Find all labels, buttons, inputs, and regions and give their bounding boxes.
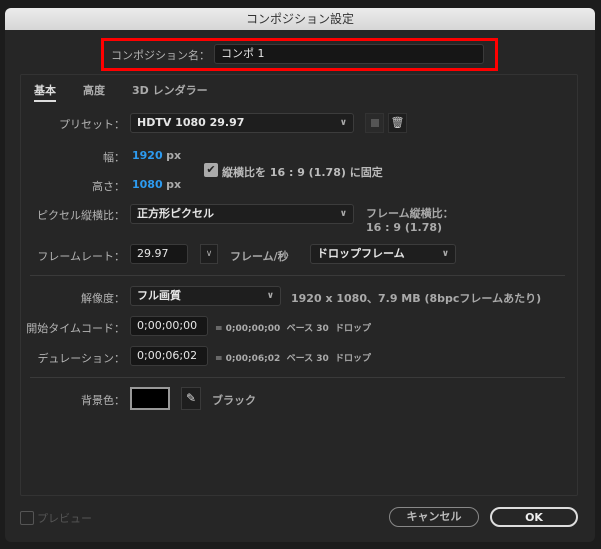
- resolution-value: フル画質: [137, 289, 181, 302]
- ok-button[interactable]: OK: [490, 507, 578, 527]
- frame-aspect-label: フレーム縦横比：: [366, 207, 454, 220]
- comp-name-label: コンポジション名：: [111, 49, 210, 62]
- height-label: 高さ：: [92, 180, 125, 193]
- pixel-aspect-select[interactable]: 正方形ピクセル ∨: [130, 204, 354, 224]
- frame-rate-label: フレームレート：: [37, 250, 125, 263]
- preview-label: プレビュー: [37, 512, 92, 525]
- background-color-swatch[interactable]: [130, 387, 170, 410]
- width-value[interactable]: 1920: [132, 149, 163, 162]
- lock-aspect-label: 縦横比を 16 : 9 (1.78) に固定: [222, 166, 383, 179]
- cancel-button[interactable]: キャンセル: [389, 507, 479, 527]
- tab-basic[interactable]: 基本: [34, 82, 56, 102]
- height-unit: px: [166, 178, 182, 191]
- divider: [30, 275, 565, 276]
- height-value[interactable]: 1080: [132, 178, 163, 191]
- eyedropper-icon[interactable]: ✎: [181, 387, 201, 410]
- chevron-down-icon: ∨: [339, 209, 347, 219]
- duration-input[interactable]: 0;00;06;02: [130, 346, 208, 366]
- resolution-info: 1920 x 1080、7.9 MB (8bpcフレームあたり): [291, 292, 542, 305]
- width-label: 幅：: [103, 151, 125, 164]
- width-unit: px: [166, 149, 182, 162]
- start-timecode-label: 開始タイムコード：: [26, 322, 125, 335]
- preview-checkbox[interactable]: [20, 511, 34, 525]
- background-color-label: 背景色：: [81, 394, 125, 407]
- resolution-select[interactable]: フル画質 ∨: [130, 286, 281, 306]
- comp-name-input[interactable]: コンポ 1: [214, 44, 484, 64]
- chevron-down-icon: ∨: [266, 291, 274, 301]
- title-bar[interactable]: コンポジション設定: [5, 8, 595, 30]
- tab-3d-renderer[interactable]: 3D レンダラー: [132, 82, 208, 98]
- drop-frame-select[interactable]: ドロップフレーム ∨: [310, 244, 456, 264]
- settings-panel: [20, 74, 578, 496]
- pixel-aspect-value: 正方形ピクセル: [137, 207, 214, 220]
- composition-settings-dialog: コンポジション設定 コンポジション名： コンポ 1 基本 高度 3D レンダラー…: [5, 8, 595, 542]
- start-timecode-info: = 0;00;00;00 ベース 30 ドロップ: [215, 324, 372, 334]
- preset-value: HDTV 1080 29.97: [137, 116, 245, 129]
- duration-label: デュレーション：: [37, 352, 125, 365]
- height-value-row: 1080 px: [132, 178, 181, 191]
- save-preset-icon[interactable]: [365, 113, 384, 133]
- resolution-label: 解像度：: [81, 292, 125, 305]
- divider: [30, 377, 565, 378]
- trash-icon[interactable]: 🗑: [388, 113, 407, 133]
- tab-advanced[interactable]: 高度: [83, 82, 105, 98]
- preset-label: プリセット：: [59, 118, 125, 131]
- chevron-down-icon: ∨: [339, 118, 347, 128]
- preset-select[interactable]: HDTV 1080 29.97 ∨: [130, 113, 354, 133]
- frame-aspect-value: 16 : 9 (1.78): [366, 221, 443, 234]
- frame-rate-input[interactable]: 29.97: [130, 244, 188, 264]
- start-timecode-input[interactable]: 0;00;00;00: [130, 316, 208, 336]
- pixel-aspect-label: ピクセル縦横比：: [37, 209, 125, 222]
- duration-info: = 0;00;06;02 ベース 30 ドロップ: [215, 354, 372, 364]
- drop-frame-value: ドロップフレーム: [317, 247, 405, 260]
- lock-aspect-checkbox[interactable]: ✔: [204, 163, 218, 177]
- frame-rate-dropdown-button[interactable]: ∨: [200, 244, 218, 264]
- chevron-down-icon: ∨: [441, 249, 449, 259]
- width-value-row: 1920 px: [132, 149, 181, 162]
- background-color-name: ブラック: [212, 394, 256, 407]
- frame-rate-unit: フレーム/秒: [230, 250, 289, 263]
